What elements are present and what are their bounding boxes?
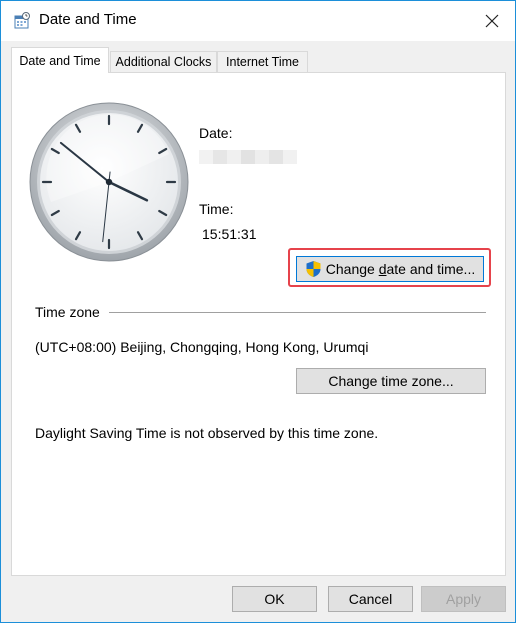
close-icon xyxy=(485,14,499,28)
time-value: 15:51:31 xyxy=(202,226,257,242)
change-time-zone-button[interactable]: Change time zone... xyxy=(296,368,486,394)
tab-additional-clocks[interactable]: Additional Clocks xyxy=(110,51,217,72)
date-time-dialog: Date and Time Date and Time Additional C… xyxy=(0,0,516,623)
analog-clock xyxy=(29,102,189,262)
date-value-redacted xyxy=(199,150,297,164)
tab-date-and-time[interactable]: Date and Time xyxy=(11,47,109,73)
time-zone-divider xyxy=(109,312,486,313)
tab-internet-time[interactable]: Internet Time xyxy=(217,51,308,72)
change-date-time-button[interactable]: Change date and time... xyxy=(296,256,484,282)
clock-center-pin xyxy=(105,178,113,186)
close-button[interactable] xyxy=(469,1,515,41)
ok-button[interactable]: OK xyxy=(232,586,317,612)
change-date-time-label: Change date and time... xyxy=(325,261,476,277)
time-zone-value: (UTC+08:00) Beijing, Chongqing, Hong Kon… xyxy=(35,339,369,355)
window-title: Date and Time xyxy=(39,11,137,28)
cancel-button[interactable]: Cancel xyxy=(328,586,413,612)
title-bar[interactable]: Date and Time xyxy=(1,1,515,41)
date-time-control-panel-icon xyxy=(14,12,30,29)
time-zone-section-label: Time zone xyxy=(35,304,100,320)
apply-button[interactable]: Apply xyxy=(421,586,506,612)
uac-shield-icon xyxy=(306,261,321,277)
date-label: Date: xyxy=(199,125,233,141)
dst-note: Daylight Saving Time is not observed by … xyxy=(35,425,379,441)
time-label: Time: xyxy=(199,201,234,217)
